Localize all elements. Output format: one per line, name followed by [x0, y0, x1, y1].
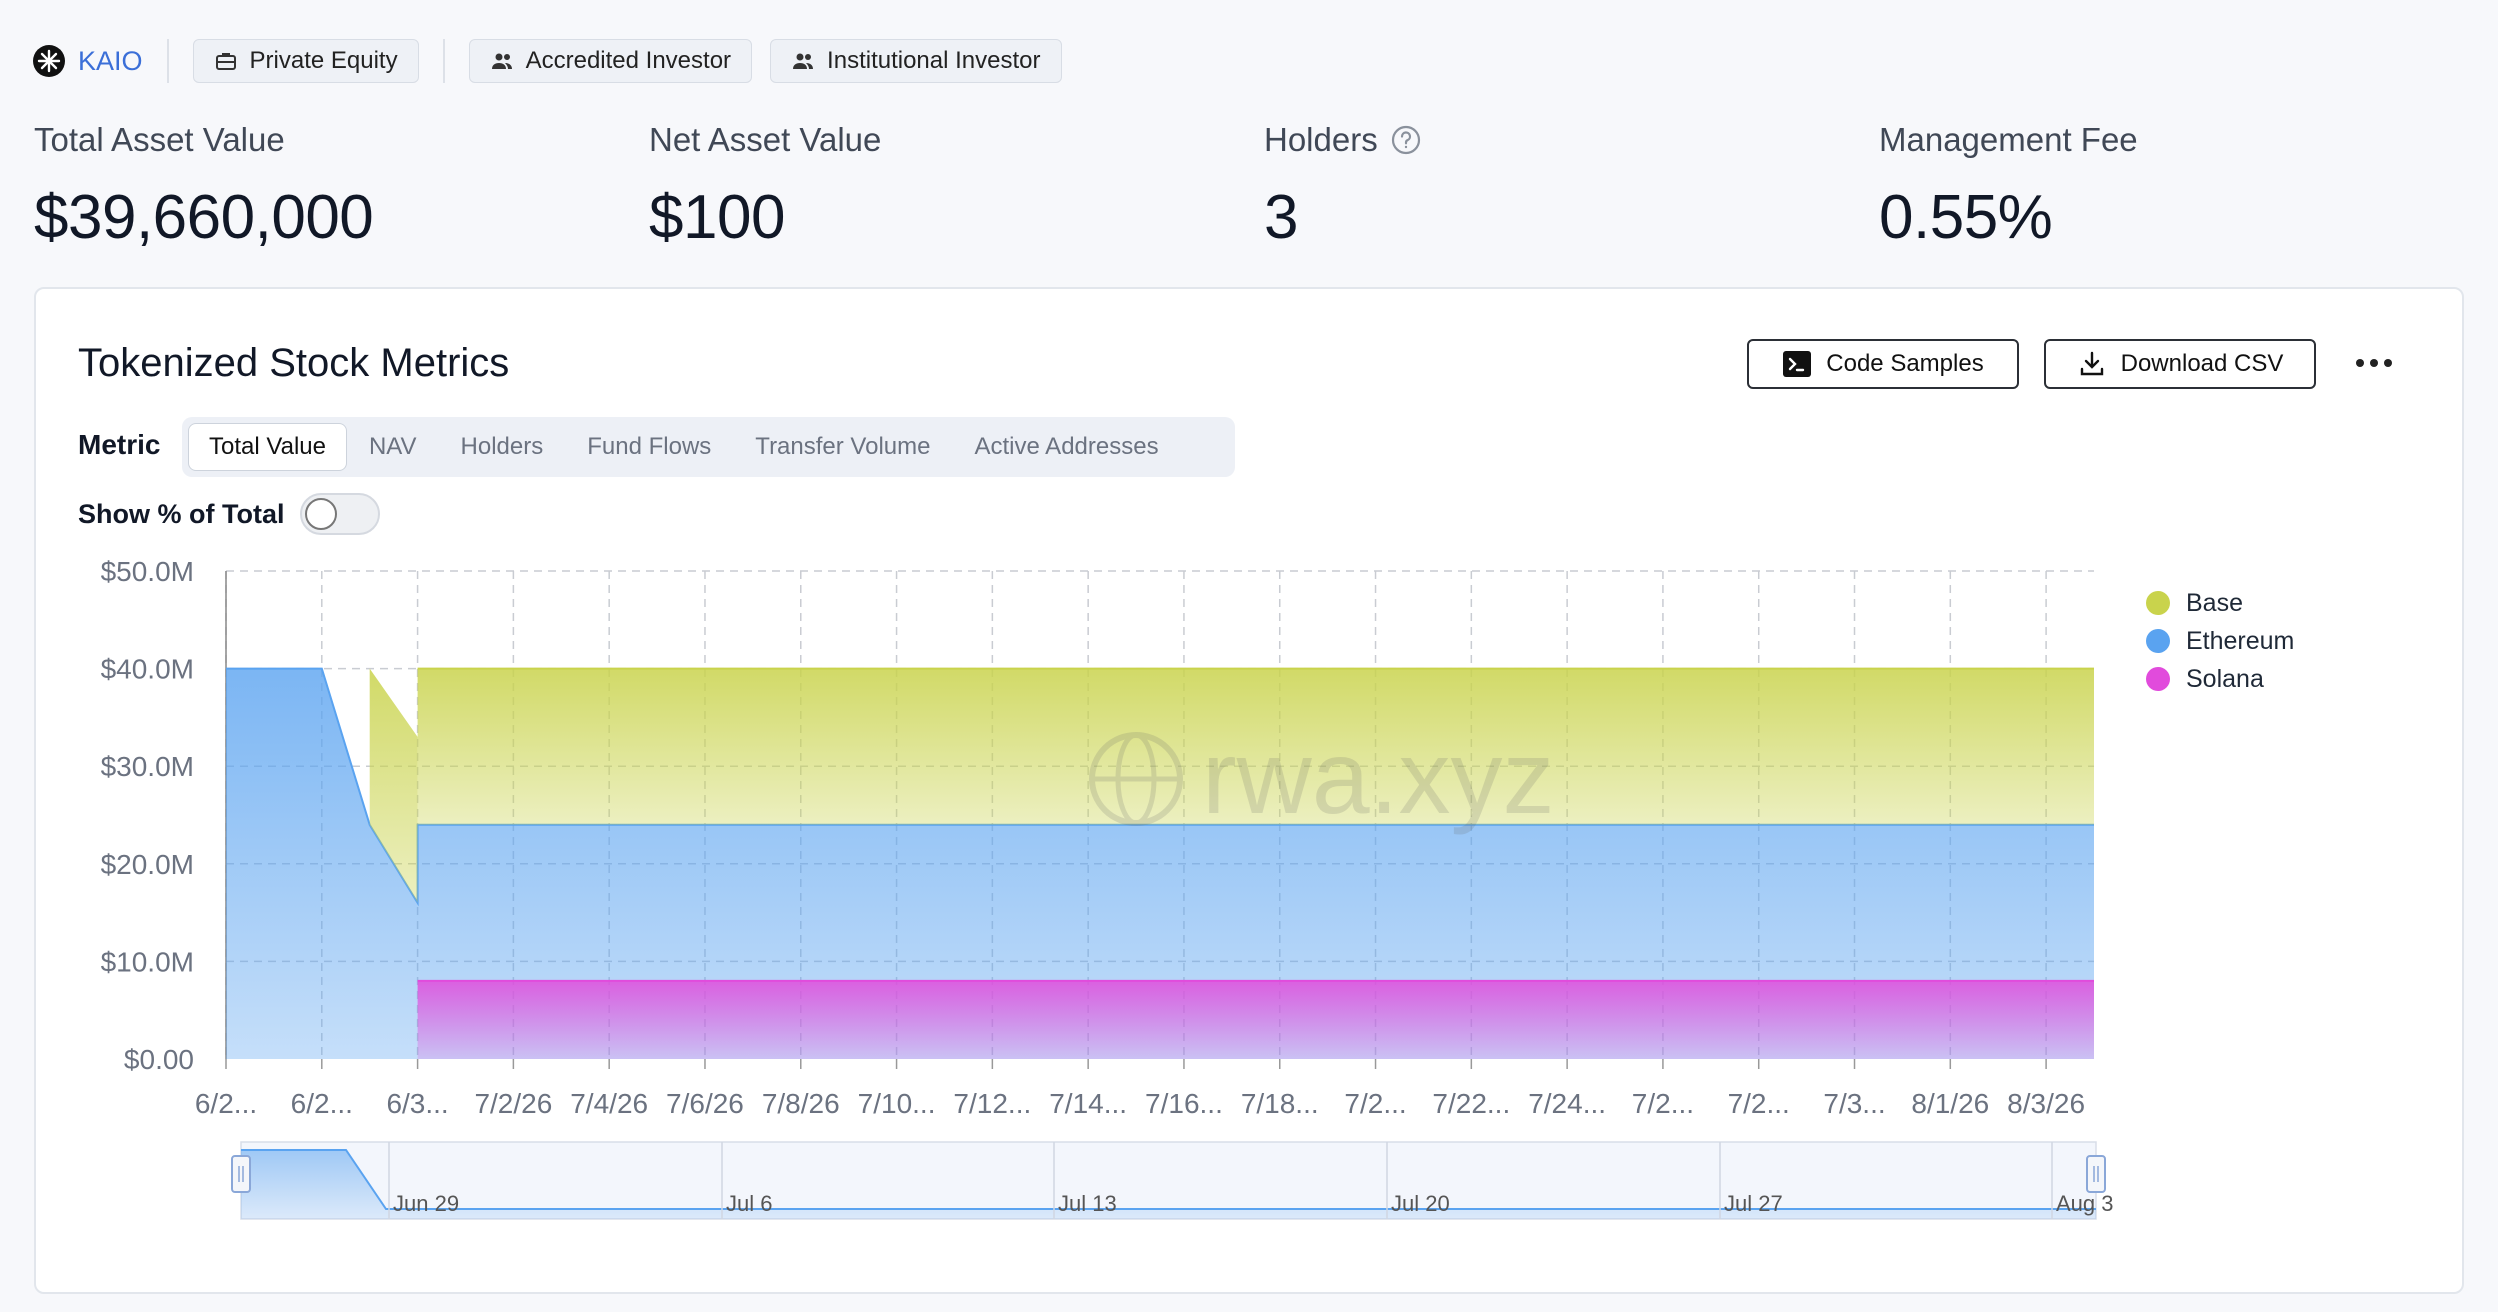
x-tick-label: 7/2... [1632, 1088, 1694, 1119]
x-tick-label: 7/4/26 [570, 1088, 648, 1119]
x-tick-label: 8/3/26 [2007, 1088, 2085, 1119]
legend-dot [2146, 667, 2170, 691]
legend-item-ethereum[interactable]: Ethereum [2146, 622, 2294, 660]
stat-label: Holders [1264, 121, 1378, 158]
x-tick-label: 7/14... [1049, 1088, 1127, 1119]
x-tick-label: 7/16... [1145, 1088, 1223, 1119]
tag-label: Accredited Investor [525, 47, 732, 74]
legend-dot [2146, 629, 2170, 653]
x-tick-label: 7/2/26 [474, 1088, 552, 1119]
brand-name: KAIO [78, 45, 143, 76]
navigator-label: Aug 3 [2056, 1191, 2114, 1216]
x-tick-label: 8/1/26 [1911, 1088, 1989, 1119]
stat-label-row: Holders [1264, 120, 1422, 160]
stat-total-asset-value: Total Asset Value $39,660,000 [34, 120, 374, 253]
x-tick-label: 7/3... [1823, 1088, 1885, 1119]
stat-label: Management Fee [1879, 121, 2138, 158]
tag-label: Private Equity [249, 47, 398, 74]
navigator-handle-left[interactable] [231, 1155, 251, 1193]
navigator-label: Jul 20 [1391, 1191, 1450, 1216]
chart-legend: Base Ethereum Solana [2146, 584, 2294, 698]
stat-net-asset-value: Net Asset Value $100 [649, 120, 881, 253]
x-tick-label: 6/3... [386, 1088, 448, 1119]
stat-value: $39,660,000 [34, 183, 374, 252]
legend-label: Solana [2186, 664, 2264, 693]
x-tick-label: 7/24... [1528, 1088, 1606, 1119]
asset-header: KAIO Private Equity Accredited Investor … [32, 38, 1062, 84]
navigator-track [240, 1141, 2097, 1220]
stat-value: $100 [649, 183, 785, 252]
x-tick-label: 6/2... [195, 1088, 257, 1119]
legend-label: Ethereum [2186, 626, 2295, 655]
y-tick-label: $40.0M [101, 654, 194, 685]
tag-private-equity[interactable]: Private Equity [192, 39, 419, 83]
divider [166, 39, 169, 83]
legend-item-base[interactable]: Base [2146, 584, 2294, 622]
briefcase-icon [215, 53, 236, 70]
users-icon [793, 53, 814, 69]
brand-logo-icon [33, 45, 65, 77]
x-tick-label: 7/2... [1344, 1088, 1406, 1119]
y-tick-label: $20.0M [101, 849, 194, 880]
navigator-handle-right[interactable] [2086, 1155, 2106, 1193]
tag-institutional-investor[interactable]: Institutional Investor [770, 39, 1062, 83]
brand-link[interactable]: KAIO [32, 44, 143, 78]
legend-label: Base [2186, 588, 2243, 617]
navigator-label: Jul 6 [726, 1191, 772, 1216]
x-tick-label: 7/8/26 [762, 1088, 840, 1119]
metrics-card: Tokenized Stock Metrics Code Samples Dow… [34, 287, 2464, 1294]
stat-value: 3 [1264, 183, 1298, 252]
stat-label: Total Asset Value [34, 121, 285, 158]
y-tick-label: $50.0M [101, 556, 194, 587]
x-tick-label: 7/12... [953, 1088, 1031, 1119]
x-tick-label: 6/2... [291, 1088, 353, 1119]
series-area-solana [417, 980, 2095, 1059]
stat-label: Net Asset Value [649, 121, 882, 158]
watermark-text: rwa.xyz [1202, 720, 1554, 836]
y-tick-label: $30.0M [101, 751, 194, 782]
stat-holders: Holders 3 [1264, 120, 1422, 253]
users-icon [491, 53, 512, 69]
help-icon[interactable] [1390, 124, 1422, 156]
x-tick-label: 7/2... [1728, 1088, 1790, 1119]
divider [442, 39, 445, 83]
y-tick-label: $0.00 [124, 1044, 194, 1075]
x-tick-label: 7/6/26 [666, 1088, 744, 1119]
x-tick-label: 7/22... [1432, 1088, 1510, 1119]
stat-value: 0.55% [1879, 183, 2053, 252]
legend-item-solana[interactable]: Solana [2146, 660, 2294, 698]
x-tick-label: 7/18... [1241, 1088, 1319, 1119]
legend-dot [2146, 591, 2170, 615]
x-tick-label: 7/10... [858, 1088, 936, 1119]
navigator-label: Jun 29 [393, 1191, 459, 1216]
navigator-label: Jul 27 [1724, 1191, 1783, 1216]
y-tick-label: $10.0M [101, 946, 194, 977]
navigator-label: Jul 13 [1058, 1191, 1117, 1216]
tag-accredited-investor[interactable]: Accredited Investor [468, 39, 753, 83]
tag-label: Institutional Investor [827, 47, 1041, 74]
total-value-chart[interactable]: $0.00 $10.0M $20.0M $30.0M $40.0M $50.0M 6/2..… [36, 289, 2462, 1292]
stat-management-fee: Management Fee 0.55% [1879, 120, 2138, 253]
